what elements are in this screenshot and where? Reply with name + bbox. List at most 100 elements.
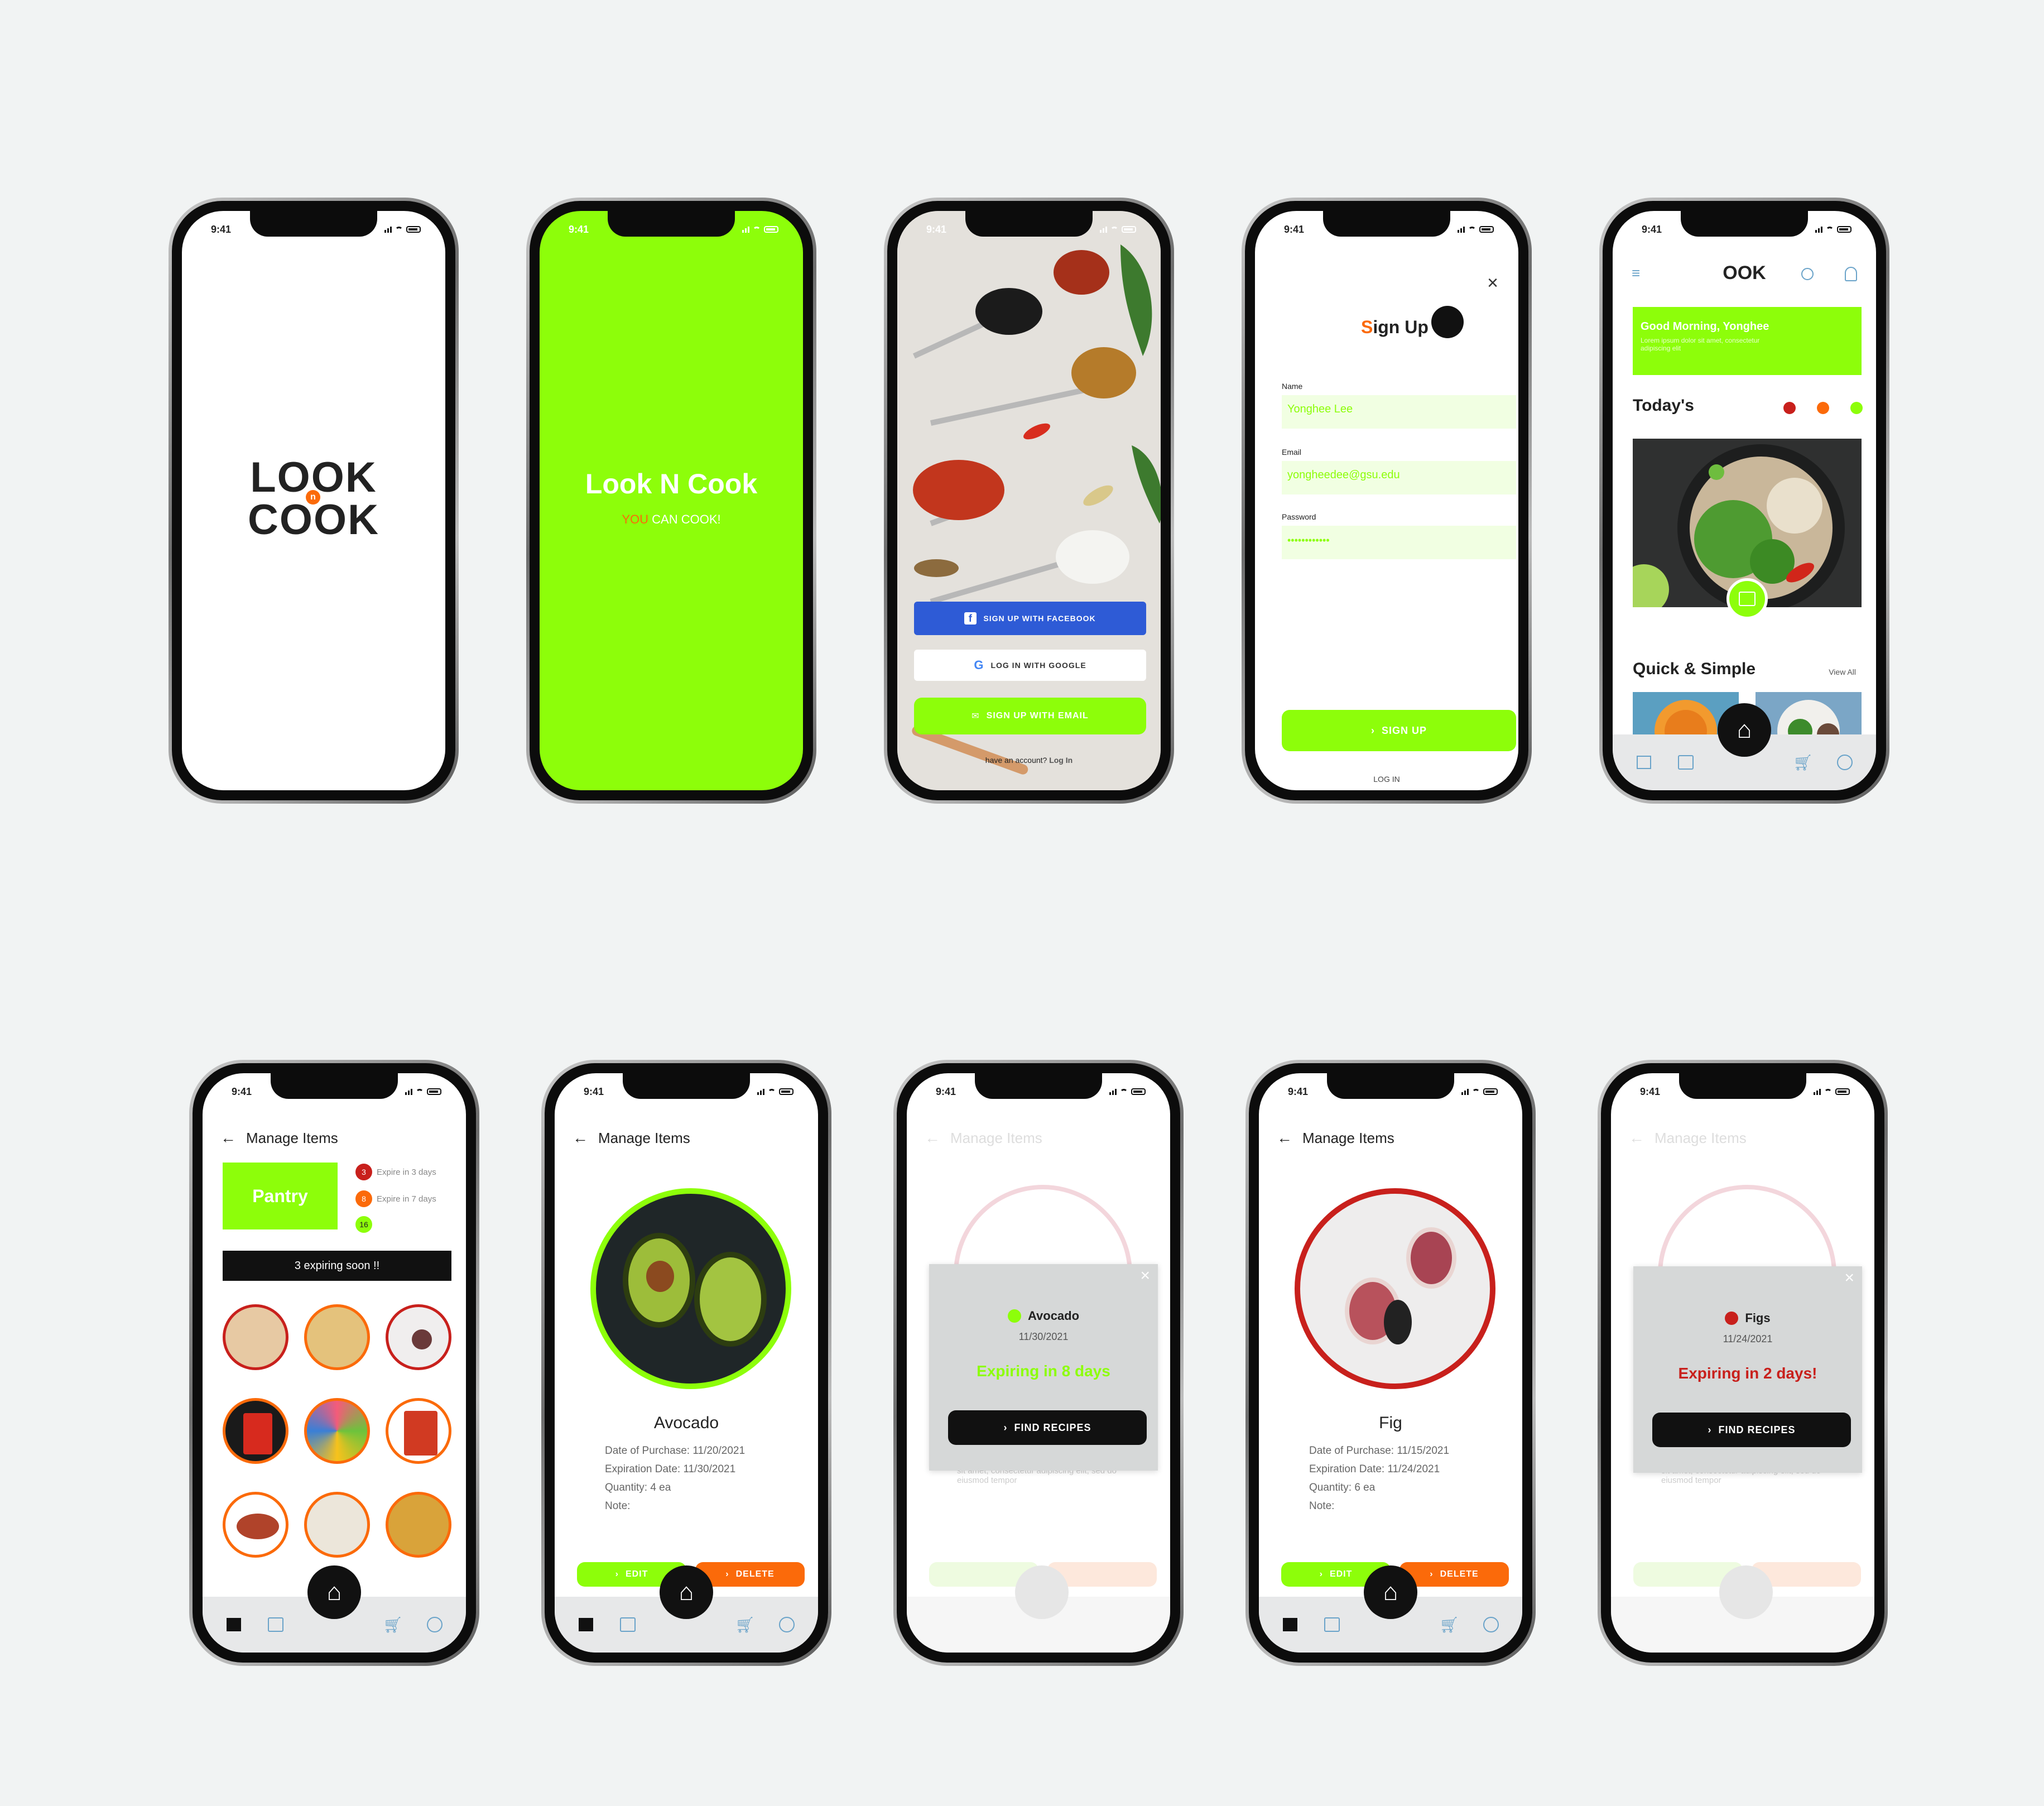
stats-nav-icon[interactable] bbox=[777, 1616, 797, 1633]
item-ginger[interactable] bbox=[223, 1304, 288, 1370]
item-name: Avocado bbox=[653, 1414, 719, 1432]
facebook-signup-button[interactable]: f SIGN UP WITH FACEBOOK bbox=[914, 602, 1146, 635]
status-dot bbox=[1007, 1309, 1021, 1323]
signup-submit-button[interactable]: › SIGN UP bbox=[1282, 710, 1516, 751]
battery-icon bbox=[1479, 226, 1494, 233]
status-bar: 9:41 bbox=[907, 1083, 1170, 1100]
todays-heading: Today's bbox=[1633, 396, 1694, 415]
email-signup-button[interactable]: ✉ SIGN UP WITH EMAIL bbox=[914, 698, 1146, 734]
item-soup-can[interactable] bbox=[223, 1398, 288, 1464]
phone-signup: 9:41 × Sign Up Name Yonghee Lee Email yo… bbox=[1242, 198, 1532, 804]
password-label: Password bbox=[1282, 512, 1316, 521]
status-time: 9:41 bbox=[1288, 1085, 1309, 1097]
login-link[interactable]: Log In bbox=[1049, 756, 1073, 765]
item-eggs[interactable] bbox=[304, 1492, 370, 1558]
home-icon: ⌂ bbox=[326, 1578, 342, 1606]
name-field[interactable]: Yonghee Lee bbox=[1282, 395, 1516, 429]
item-rotel-can[interactable] bbox=[386, 1398, 451, 1464]
google-label: LOG IN WITH GOOGLE bbox=[990, 661, 1086, 670]
pantry-tile[interactable]: Pantry bbox=[223, 1163, 338, 1229]
item-candy[interactable] bbox=[304, 1398, 370, 1464]
home-button[interactable]: ⌂ bbox=[660, 1565, 713, 1619]
popup-date: 11/30/2021 bbox=[1018, 1331, 1069, 1342]
screen: 9:41 LOOK COOK n bbox=[182, 211, 445, 790]
calendar-nav-icon[interactable] bbox=[618, 1616, 638, 1633]
have-account-row: have an account? Log In bbox=[897, 756, 1161, 765]
item-sweet-potato[interactable] bbox=[223, 1492, 288, 1558]
calendar-nav-icon[interactable] bbox=[266, 1616, 286, 1633]
status-bar: 9:41 bbox=[1613, 221, 1876, 238]
calendar-nav-icon[interactable] bbox=[1676, 754, 1696, 771]
phone-onboarding: 9:41 f SIGN UP WITH FACEBOOK G LOG IN WITH… bbox=[884, 198, 1174, 804]
popup-title-row: Avocado bbox=[929, 1309, 1158, 1323]
delete-label: DELETE bbox=[735, 1569, 775, 1579]
screen: 9:41 ← Manage Items Avocado Date of Purch… bbox=[555, 1073, 818, 1653]
calendar-icon bbox=[1739, 592, 1756, 606]
close-icon[interactable]: × bbox=[1140, 1266, 1150, 1285]
calendar-nav-icon[interactable] bbox=[1322, 1616, 1342, 1633]
pantry-nav-icon[interactable] bbox=[576, 1616, 596, 1633]
home-button[interactable]: ⌂ bbox=[307, 1565, 361, 1619]
status-time: 9:41 bbox=[1642, 223, 1662, 235]
stats-nav-icon[interactable] bbox=[1481, 1616, 1501, 1633]
stats-nav-icon[interactable] bbox=[425, 1616, 445, 1633]
back-arrow-icon[interactable]: ← bbox=[573, 1129, 588, 1147]
legend-row-fresh: 16 bbox=[355, 1216, 372, 1233]
back-arrow-icon: ← bbox=[925, 1129, 940, 1146]
password-field[interactable]: •••••••••••• bbox=[1282, 526, 1516, 559]
email-field[interactable]: yongheedee@gsu.edu bbox=[1282, 461, 1516, 494]
cart-nav-icon[interactable]: 🛒︎ bbox=[735, 1616, 755, 1634]
legend-label: Expire in 7 days bbox=[377, 1194, 436, 1204]
stats-nav-icon[interactable] bbox=[1835, 754, 1855, 771]
header-faded: ← Manage Items bbox=[1629, 1129, 1747, 1147]
filter-dot-red[interactable] bbox=[1783, 402, 1796, 414]
close-icon[interactable]: × bbox=[1844, 1269, 1854, 1288]
home-icon: ⌂ bbox=[1383, 1578, 1398, 1606]
pantry-nav-icon[interactable] bbox=[224, 1616, 244, 1633]
item-snacks[interactable] bbox=[386, 1492, 451, 1558]
battery-icon bbox=[427, 1088, 441, 1095]
signup-title-s: S bbox=[1361, 317, 1373, 337]
item-pasta[interactable] bbox=[304, 1304, 370, 1370]
note: Note: bbox=[605, 1500, 631, 1512]
find-recipes-button[interactable]: › FIND RECIPES bbox=[948, 1410, 1147, 1445]
view-all-link[interactable]: View All bbox=[1829, 667, 1856, 676]
calendar-fab[interactable] bbox=[1726, 578, 1768, 619]
search-icon[interactable] bbox=[1801, 268, 1814, 280]
back-arrow-icon[interactable]: ← bbox=[1277, 1129, 1292, 1147]
login-link[interactable]: LOG IN bbox=[1255, 775, 1518, 784]
fig-image bbox=[1295, 1188, 1495, 1389]
tagline-you: YOU bbox=[622, 512, 649, 526]
home-button[interactable]: ⌂ bbox=[1364, 1565, 1417, 1619]
cart-nav-icon[interactable]: 🛒︎ bbox=[1439, 1616, 1459, 1634]
find-recipes-button[interactable]: › FIND RECIPES bbox=[1652, 1413, 1851, 1447]
faded-home-button bbox=[1015, 1565, 1069, 1619]
item-fig[interactable] bbox=[386, 1304, 451, 1370]
status-time: 9:41 bbox=[926, 223, 947, 235]
battery-icon bbox=[1131, 1088, 1146, 1095]
page-title: Manage Items bbox=[246, 1129, 338, 1146]
pantry-nav-icon[interactable] bbox=[1280, 1616, 1300, 1633]
status-bar: 9:41 bbox=[897, 221, 1161, 238]
email-label: Email bbox=[1282, 448, 1302, 457]
expiring-banner[interactable]: 3 expiring soon !! bbox=[223, 1251, 451, 1281]
back-arrow-icon[interactable]: ← bbox=[220, 1129, 236, 1147]
battery-icon bbox=[406, 226, 421, 233]
greeting-card: Good Morning, Yonghee Lorem ipsum dolor … bbox=[1633, 307, 1862, 375]
popup-date: 11/24/2021 bbox=[1723, 1333, 1773, 1344]
google-login-button[interactable]: G LOG IN WITH GOOGLE bbox=[914, 650, 1146, 681]
close-icon[interactable]: × bbox=[1487, 272, 1498, 294]
cart-nav-icon[interactable]: 🛒︎ bbox=[1793, 754, 1813, 771]
screen: 9:41 × Sign Up Name Yonghee Lee Email yo… bbox=[1255, 211, 1518, 790]
faded-home-button bbox=[1719, 1565, 1773, 1619]
pantry-nav-icon[interactable] bbox=[1634, 754, 1654, 771]
filter-dot-green[interactable] bbox=[1850, 402, 1863, 414]
home-button[interactable]: ⌂ bbox=[1718, 703, 1771, 757]
phone-fig-detail: 9:41 ← Manage Items Fig Date of Purchase:… bbox=[1245, 1060, 1536, 1666]
filter-dot-orange[interactable] bbox=[1817, 402, 1829, 414]
cart-nav-icon[interactable]: 🛒︎ bbox=[383, 1616, 403, 1634]
popup-status: Expiring in 8 days bbox=[977, 1362, 1110, 1380]
bell-icon[interactable] bbox=[1845, 267, 1857, 281]
back-arrow-icon: ← bbox=[1629, 1129, 1644, 1146]
item-details: Date of Purchase: 11/15/2021 Expiration … bbox=[1309, 1442, 1449, 1515]
